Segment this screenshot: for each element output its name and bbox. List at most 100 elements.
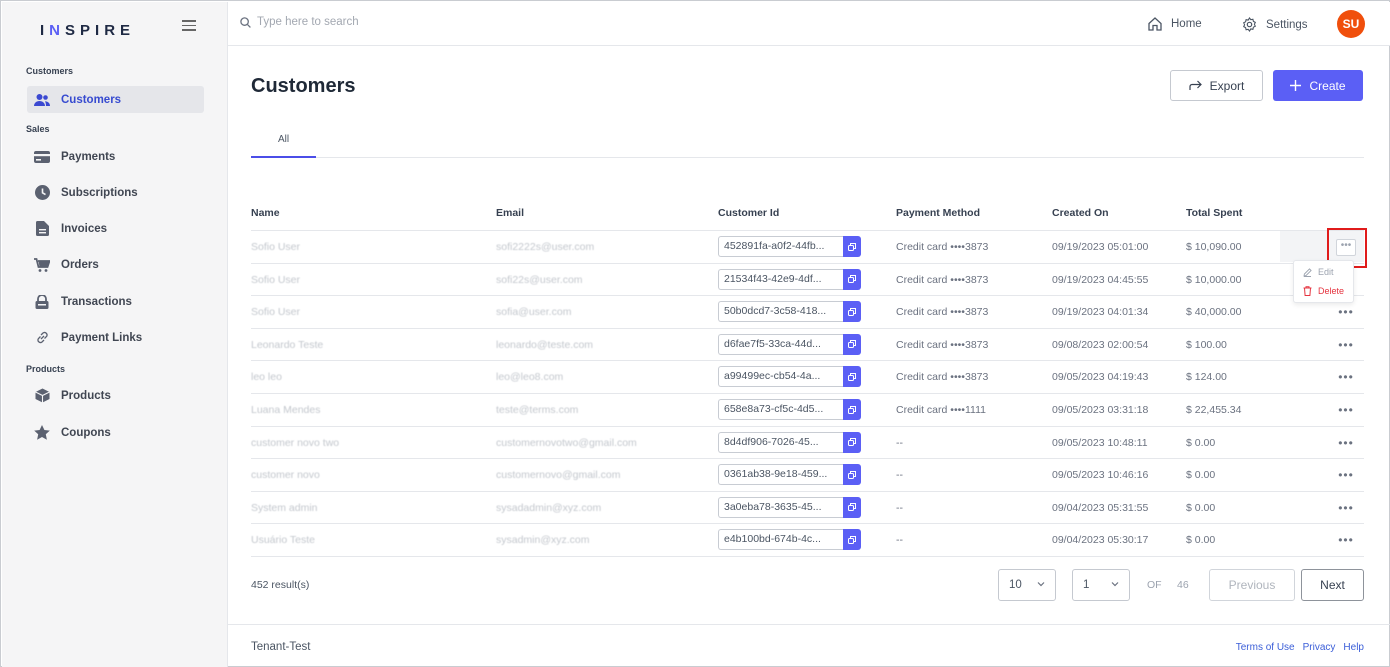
customer-id-value[interactable]: e4b100bd-674b-4c...: [718, 529, 843, 551]
copy-icon[interactable]: [843, 529, 861, 551]
search-input[interactable]: [257, 16, 557, 28]
page-size-select[interactable]: 10: [998, 569, 1056, 601]
created-on: 09/19/2023 04:01:34: [1052, 306, 1149, 319]
row-divider: [251, 393, 1364, 394]
row-actions-button[interactable]: •••: [1336, 436, 1356, 450]
star-icon: [34, 425, 50, 441]
row-divider: [251, 262, 1364, 264]
total-spent: $ 40,000.00: [1186, 306, 1242, 319]
customer-id-value[interactable]: 658e8a73-cf5c-4d5...: [718, 399, 843, 420]
customer-id-field: e4b100bd-674b-4c...: [718, 529, 861, 551]
sidebar-item-invoices[interactable]: Invoices: [27, 215, 204, 242]
create-button[interactable]: Create: [1273, 70, 1363, 101]
tenant-name: Tenant-Test: [251, 641, 311, 653]
sidebar-item-subscriptions[interactable]: Subscriptions: [27, 179, 204, 206]
section-label-products: Products: [26, 364, 66, 374]
customer-id-field: d6fae7f5-33ca-44d...: [718, 333, 861, 355]
search-icon: [240, 16, 251, 28]
sidebar-item-transactions[interactable]: Transactions: [27, 288, 204, 315]
next-button[interactable]: Next: [1301, 569, 1364, 601]
payment-method: Credit card ••••3873: [896, 306, 989, 319]
row-divider: [251, 523, 1364, 525]
sidebar-item-label: Transactions: [61, 295, 132, 308]
created-on: 09/05/2023 10:46:16: [1052, 469, 1149, 482]
created-on: 09/08/2023 02:00:54: [1052, 338, 1149, 351]
row-actions-button[interactable]: •••: [1336, 403, 1356, 417]
row-divider: [251, 295, 1364, 297]
row-divider: [251, 556, 1364, 557]
export-button[interactable]: Export: [1170, 70, 1263, 101]
customer-id-value[interactable]: d6fae7f5-33ca-44d...: [718, 333, 843, 355]
clock-icon: [34, 185, 50, 201]
created-on: 09/05/2023 10:48:11: [1052, 436, 1148, 449]
column-header-email: Email: [496, 207, 525, 219]
help-link[interactable]: Help: [1343, 642, 1364, 653]
copy-icon[interactable]: [843, 464, 861, 486]
home-label: Home: [1171, 18, 1202, 30]
row-actions-button[interactable]: •••: [1336, 501, 1356, 515]
home-link[interactable]: Home: [1148, 17, 1202, 31]
customer-id-value[interactable]: 8d4df906-7026-45...: [718, 431, 843, 453]
sidebar-item-customers[interactable]: Customers: [27, 86, 204, 113]
customer-id-field: a99499ec-cb54-4a...: [718, 366, 861, 388]
copy-icon[interactable]: [843, 268, 861, 290]
customer-id-field: 50b0dcd7-3c58-418...: [718, 301, 861, 323]
copy-icon[interactable]: [843, 366, 861, 388]
customer-name: Sofio User: [251, 241, 301, 253]
sidebar-item-coupons[interactable]: Coupons: [27, 419, 204, 446]
total-pages: 46: [1177, 579, 1189, 591]
menu-toggle-icon[interactable]: [182, 17, 196, 31]
customer-email: customernovotwo@gmail.com: [496, 436, 637, 449]
sidebar-item-label: Payment Links: [61, 331, 143, 344]
customer-id-value[interactable]: a99499ec-cb54-4a...: [718, 366, 843, 388]
payment-method: --: [896, 534, 903, 547]
copy-icon[interactable]: [843, 431, 861, 453]
sidebar-item-products[interactable]: Products: [27, 382, 204, 409]
sidebar-item-label: Orders: [61, 258, 99, 271]
sidebar: INSPIRE Customers Customers Sales Paymen…: [2, 2, 228, 667]
settings-label: Settings: [1266, 18, 1308, 31]
sidebar-item-label: Payments: [61, 150, 116, 163]
app-logo[interactable]: INSPIRE: [40, 22, 135, 39]
customer-id-value[interactable]: 3a0eba78-3635-45...: [718, 496, 843, 518]
terms-link[interactable]: Terms of Use: [1236, 642, 1295, 653]
plus-icon: [1290, 80, 1302, 91]
avatar[interactable]: SU: [1337, 10, 1365, 38]
customer-id-value[interactable]: 452891fa-a0f2-44fb...: [718, 236, 843, 257]
customer-id-value[interactable]: 21534f43-42e9-4df...: [718, 268, 843, 290]
row-actions-button[interactable]: •••: [1336, 533, 1356, 547]
settings-link[interactable]: Settings: [1242, 17, 1308, 32]
customer-id-value[interactable]: 0361ab38-9e18-459...: [718, 464, 843, 486]
column-header-total-spent: Total Spent: [1186, 207, 1243, 219]
home-icon: [1148, 17, 1162, 31]
sidebar-item-payments[interactable]: Payments: [27, 143, 204, 170]
sidebar-item-payment-links[interactable]: Payment Links: [27, 324, 204, 351]
customer-id-value[interactable]: 50b0dcd7-3c58-418...: [718, 301, 843, 323]
total-spent: $ 10,090.00: [1186, 241, 1242, 253]
page-select[interactable]: 1: [1072, 569, 1130, 601]
row-actions-button[interactable]: •••: [1336, 468, 1356, 482]
row-divider: [251, 425, 1364, 427]
menu-item-edit[interactable]: Edit: [1303, 267, 1334, 277]
copy-icon[interactable]: [843, 301, 861, 323]
tab-all[interactable]: All: [251, 131, 316, 158]
menu-item-delete[interactable]: Delete: [1303, 286, 1344, 296]
results-count: 452 result(s): [251, 579, 310, 591]
previous-button[interactable]: Previous: [1209, 569, 1295, 601]
created-on: 09/04/2023 05:30:17: [1052, 534, 1149, 547]
created-on: 09/04/2023 05:31:55: [1052, 501, 1149, 514]
sidebar-item-label: Invoices: [61, 222, 108, 235]
customer-name: customer novo two: [251, 436, 340, 449]
copy-icon[interactable]: [843, 399, 861, 420]
customer-email: sysadadmin@xyz.com: [496, 501, 602, 514]
sidebar-item-orders[interactable]: Orders: [27, 251, 204, 278]
column-header-customer-id: Customer Id: [718, 207, 780, 219]
privacy-link[interactable]: Privacy: [1303, 642, 1336, 653]
row-actions-button[interactable]: •••: [1336, 338, 1356, 352]
row-actions-button[interactable]: •••: [1336, 305, 1356, 319]
copy-icon[interactable]: [843, 333, 861, 355]
copy-icon[interactable]: [843, 236, 861, 257]
total-spent: $ 10,000.00: [1186, 273, 1242, 286]
copy-icon[interactable]: [843, 496, 861, 518]
row-actions-button[interactable]: •••: [1336, 370, 1356, 384]
